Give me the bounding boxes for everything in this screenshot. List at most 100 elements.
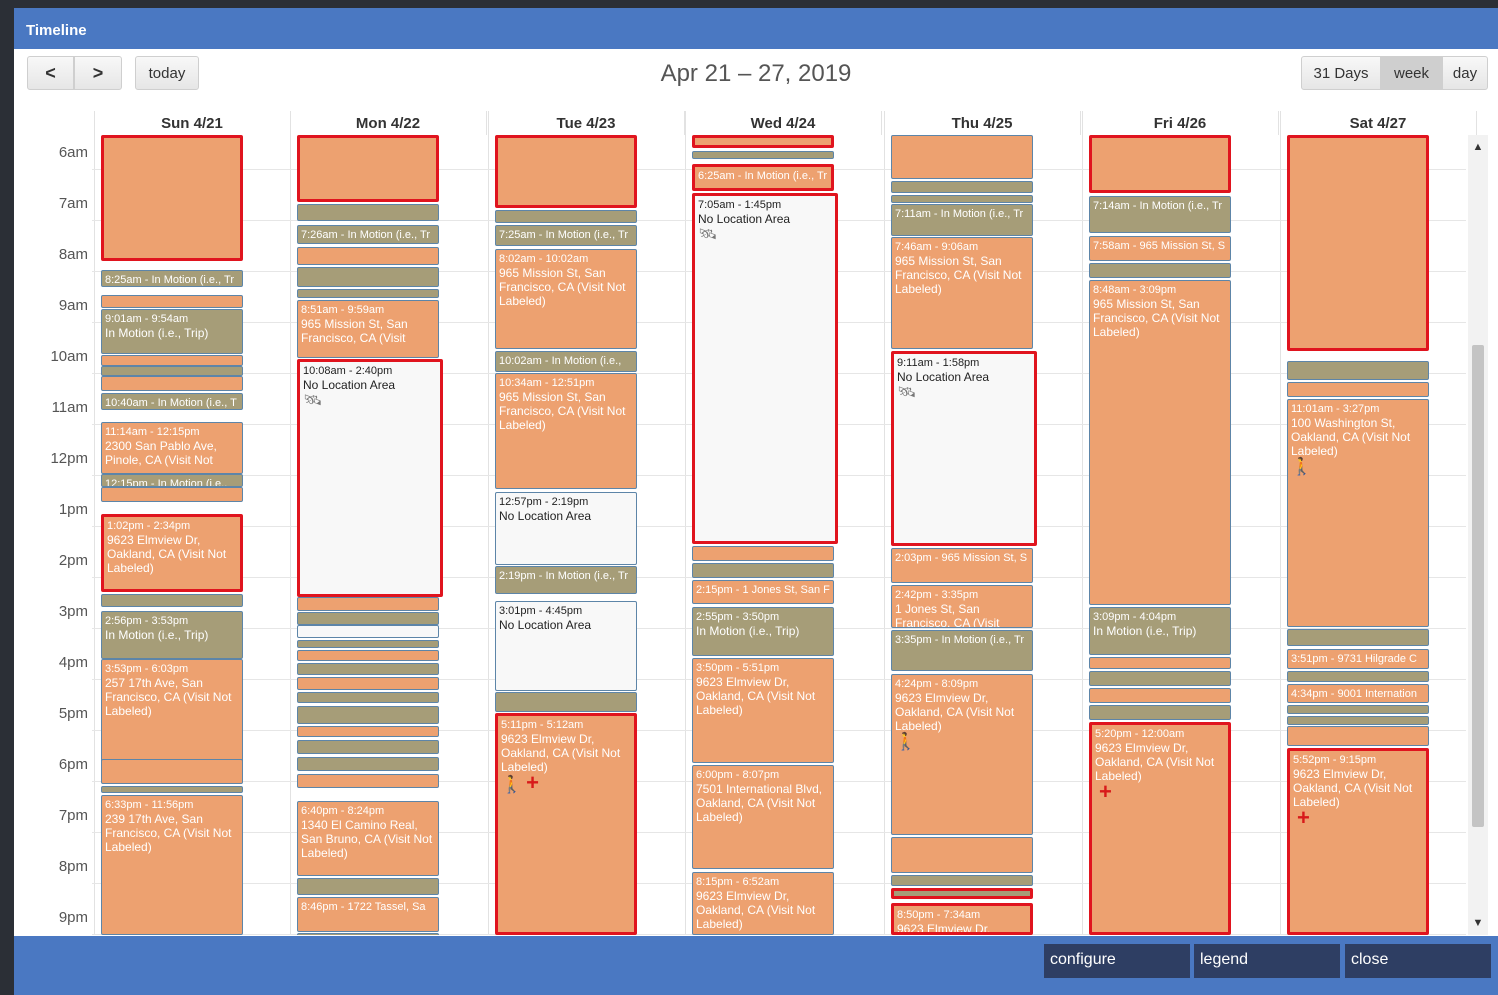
timeline-event[interactable] <box>297 676 439 691</box>
timeline-event[interactable]: 11:14am - 12:15pm 2300 San Pablo Ave, Pin… <box>101 421 243 474</box>
timeline-event[interactable] <box>297 739 439 755</box>
timeline-event[interactable]: 2:42pm - 3:35pm 1 Jones St, San Francisco… <box>891 585 1033 629</box>
timeline-event[interactable]: 11:01am - 3:27pm 100 Washington St, Oakla… <box>1287 398 1429 627</box>
timeline-event[interactable]: 12:15pm - In Motion (i.e., <box>101 473 243 487</box>
timeline-event[interactable]: 6:40pm - 8:24pm 1340 El Camino Real, San … <box>297 801 439 876</box>
scroll-up-icon[interactable]: ▲ <box>1468 141 1488 153</box>
timeline-event[interactable] <box>692 150 834 160</box>
timeline-event[interactable] <box>297 663 439 676</box>
timeline-event[interactable] <box>101 354 243 366</box>
timeline-event[interactable] <box>101 593 243 608</box>
timeline-event[interactable] <box>297 705 439 725</box>
timeline-event[interactable]: 7:26am - In Motion (i.e., Tr <box>297 224 439 245</box>
timeline-event[interactable]: 7:25am - In Motion (i.e., Tr <box>495 224 637 246</box>
timeline-event[interactable] <box>891 836 1033 874</box>
timeline-event[interactable] <box>297 289 439 298</box>
scroll-down-icon[interactable]: ▼ <box>1468 917 1488 929</box>
timeline-event[interactable] <box>297 597 439 611</box>
timeline-event[interactable]: 2:56pm - 3:53pm In Motion (i.e., Trip) <box>101 610 243 660</box>
timeline-event[interactable] <box>692 546 834 562</box>
timeline-event[interactable] <box>1089 704 1231 721</box>
timeline-event[interactable] <box>495 692 637 712</box>
timeline-event[interactable]: 10:40am - In Motion (i.e., T <box>101 393 243 410</box>
legend-button[interactable]: legend <box>1194 944 1340 978</box>
timeline-event[interactable]: 3:50pm - 5:51pm 9623 Elmview Dr, Oakland,… <box>692 658 834 763</box>
timeline-event[interactable] <box>1089 262 1231 279</box>
timeline-event[interactable]: 3:53pm - 6:03pm 257 17th Ave, San Francis… <box>101 659 243 770</box>
timeline-event[interactable]: 2:55pm - 3:50pm In Motion (i.e., Trip) <box>692 607 834 657</box>
timeline-event[interactable]: 2:15pm - 1 Jones St, San F <box>692 580 834 604</box>
timeline-event[interactable] <box>1287 629 1429 647</box>
scrollbar-thumb[interactable] <box>1472 345 1484 827</box>
configure-button[interactable]: configure <box>1044 944 1190 978</box>
timeline-event[interactable] <box>297 267 439 287</box>
timeline-event[interactable] <box>297 204 439 222</box>
timeline-event[interactable]: 4:24pm - 8:09pm 9623 Elmview Dr, Oakland,… <box>891 673 1033 835</box>
timeline-event[interactable] <box>891 135 1033 179</box>
timeline-event[interactable] <box>495 135 637 208</box>
timeline-event[interactable]: 7:11am - In Motion (i.e., Tr <box>891 204 1033 236</box>
timeline-event[interactable] <box>297 649 439 661</box>
timeline-event[interactable]: 5:11pm - 5:12am 9623 Elmview Dr, Oakland,… <box>495 713 637 935</box>
timeline-event[interactable] <box>101 365 243 376</box>
timeline-event[interactable]: 6:33pm - 11:56pm 239 17th Ave, San Franci… <box>101 795 243 935</box>
timeline-event[interactable]: 3:09pm - 4:04pm In Motion (i.e., Trip) <box>1089 607 1231 655</box>
timeline-event[interactable]: 7:58am - 965 Mission St, S <box>1089 235 1231 262</box>
timeline-event[interactable] <box>891 180 1033 194</box>
timeline-event[interactable] <box>297 612 439 626</box>
timeline-event[interactable] <box>692 563 834 579</box>
timeline-event[interactable] <box>101 295 243 308</box>
timeline-event[interactable]: 8:51am - 9:59am 965 Mission St, San Franc… <box>297 300 439 359</box>
timeline-event[interactable]: 9:01am - 9:54am In Motion (i.e., Trip) <box>101 308 243 354</box>
timeline-event[interactable] <box>101 135 243 262</box>
timeline-event[interactable] <box>1089 687 1231 704</box>
timeline-event[interactable]: 7:14am - In Motion (i.e., Tr <box>1089 195 1231 234</box>
timeline-event[interactable] <box>1287 716 1429 725</box>
vertical-scrollbar[interactable]: ▲ ▼ <box>1468 135 1488 935</box>
timeline-event[interactable]: 8:15pm - 6:52am 9623 Elmview Dr, Oakland,… <box>692 871 834 935</box>
timeline-event[interactable]: 12:57pm - 2:19pm No Location Area <box>495 491 637 565</box>
timeline-event[interactable]: 10:02am - In Motion (i.e., <box>495 350 637 372</box>
timeline-event[interactable] <box>1287 670 1429 682</box>
timeline-event[interactable] <box>297 692 439 704</box>
timeline-event[interactable] <box>297 639 439 648</box>
timeline-event[interactable] <box>891 874 1033 886</box>
timeline-event[interactable]: 4:34pm - 9001 Internation <box>1287 683 1429 704</box>
timeline-event[interactable] <box>1089 657 1231 670</box>
timeline-event[interactable] <box>1287 704 1429 715</box>
timeline-event[interactable] <box>297 625 439 638</box>
close-button[interactable]: close <box>1345 944 1491 978</box>
timeline-event[interactable]: 5:52pm - 9:15pm 9623 Elmview Dr, Oakland,… <box>1287 748 1429 935</box>
timeline-event[interactable]: 6:00pm - 8:07pm 7501 International Blvd, … <box>692 765 834 869</box>
timeline-event[interactable] <box>692 135 834 149</box>
timeline-event[interactable] <box>297 773 439 789</box>
timeline-event[interactable]: 5:20pm - 12:00am 9623 Elmview Dr, Oakland… <box>1089 721 1231 935</box>
timeline-event[interactable] <box>297 135 439 202</box>
timeline-event[interactable]: 3:01pm - 4:45pm No Location Area <box>495 601 637 691</box>
timeline-event[interactable] <box>101 376 243 392</box>
timeline-event[interactable]: 2:03pm - 965 Mission St, S <box>891 547 1033 583</box>
timeline-event[interactable]: 3:35pm - In Motion (i.e., Tr <box>891 630 1033 671</box>
timeline-event[interactable]: 8:02am - 10:02am 965 Mission St, San Fran… <box>495 248 637 349</box>
timeline-event[interactable] <box>101 486 243 502</box>
timeline-event[interactable] <box>1287 360 1429 381</box>
timeline-event[interactable] <box>891 194 1033 203</box>
timeline-event[interactable] <box>1089 135 1231 194</box>
timeline-event[interactable]: 10:34am - 12:51pm 965 Mission St, San Fra… <box>495 373 637 490</box>
timeline-event[interactable]: 8:46pm - 1722 Tassel, Sa <box>297 897 439 932</box>
timeline-event[interactable]: 1:02pm - 2:34pm 9623 Elmview Dr, Oakland,… <box>101 513 243 592</box>
timeline-event[interactable]: 8:25am - In Motion (i.e., Tr <box>101 269 243 287</box>
timeline-event[interactable]: 3:51pm - 9731 Hilgrade C <box>1287 648 1429 670</box>
timeline-event[interactable]: 2:19pm - In Motion (i.e., Tr <box>495 566 637 594</box>
timeline-event[interactable]: 8:50pm - 7:34am 9623 Elmview Dr, <box>891 903 1033 935</box>
timeline-event[interactable]: 8:48am - 3:09pm 965 Mission St, San Franc… <box>1089 279 1231 606</box>
timeline-event[interactable] <box>891 887 1033 899</box>
timeline-event[interactable] <box>297 932 439 935</box>
timeline-event[interactable]: 9:11am - 1:58pm No Location Area 🛰 <box>891 351 1037 546</box>
timeline-event[interactable] <box>297 877 439 895</box>
timeline-event[interactable] <box>1287 135 1429 351</box>
timeline-event[interactable]: 10:08am - 2:40pm No Location Area 🛰 <box>297 359 443 597</box>
timeline-event[interactable] <box>495 210 637 223</box>
timeline-event[interactable] <box>297 726 439 738</box>
timeline-event[interactable] <box>101 758 243 784</box>
